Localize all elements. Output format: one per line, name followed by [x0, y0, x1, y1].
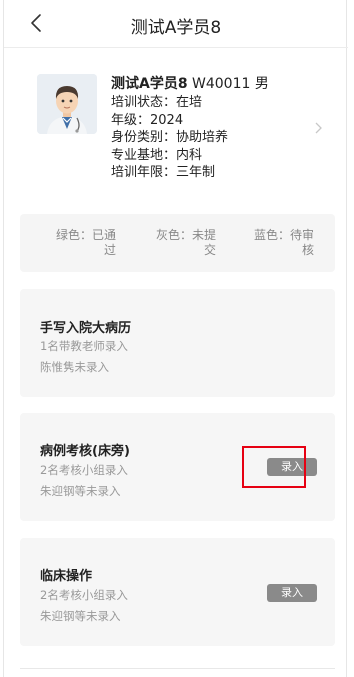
chevron-right-icon[interactable]	[313, 121, 323, 135]
grade: 年级：2024	[111, 112, 184, 128]
professional-base: 专业基地：内科	[111, 147, 203, 163]
card-missing-entry: 朱迎钢等未录入	[40, 609, 121, 623]
next-card-edge	[20, 668, 335, 669]
student-profile[interactable]: 测试A学员8 W40011 男 培训状态：在培 年级：2024 身份类别：协助培…	[4, 48, 348, 198]
card-entry-count: 1名带教老师录入	[40, 339, 128, 353]
card-entry-count: 2名考核小组录入	[40, 463, 128, 477]
app-screen: 测试A学员8 测试A学员8 W40011 男 培训状态：在培 年级：2024 身…	[3, 0, 348, 677]
student-name: 测试A学员8	[111, 76, 188, 92]
record-card-handwritten[interactable]: 手写入院大病历 1名带教老师录入 陈惟隽未录入	[20, 289, 335, 397]
card-missing-entry: 朱迎钢等未录入	[40, 484, 121, 498]
profile-info: 测试A学员8 W40011 男 培训状态：在培 年级：2024 身份类别：协助培…	[111, 75, 269, 182]
page-title: 测试A学员8	[130, 18, 222, 38]
card-title: 临床操作	[40, 569, 93, 584]
legend-blue: 蓝色：待审 核	[254, 228, 315, 257]
card-title: 手写入院大病历	[40, 321, 132, 336]
doctor-avatar	[37, 74, 97, 134]
nav-header: 测试A学员8	[4, 0, 348, 48]
name-line: 测试A学员8 W40011 男	[111, 75, 269, 94]
training-status: 培训状态：在培	[111, 95, 203, 110]
record-card-clinical[interactable]: 临床操作 2名考核小组录入 朱迎钢等未录入 录入	[20, 538, 335, 646]
card-missing-entry: 陈惟隽未录入	[40, 360, 109, 374]
status-legend: 绿色：已通 过 灰色：未提 交 蓝色：待审 核	[20, 214, 335, 272]
legend-green: 绿色：已通 过	[56, 228, 117, 257]
legend-gray: 灰色：未提 交	[156, 228, 217, 257]
training-duration: 培训年限：三年制	[111, 165, 216, 180]
card-entry-count: 2名考核小组录入	[40, 588, 128, 602]
highlight-box	[242, 446, 306, 488]
enter-record-button[interactable]: 录入	[267, 584, 317, 602]
card-title: 病例考核(床旁)	[40, 444, 130, 459]
student-id-gender: W40011 男	[187, 76, 269, 92]
identity-category: 身份类别：协助培养	[111, 130, 229, 145]
